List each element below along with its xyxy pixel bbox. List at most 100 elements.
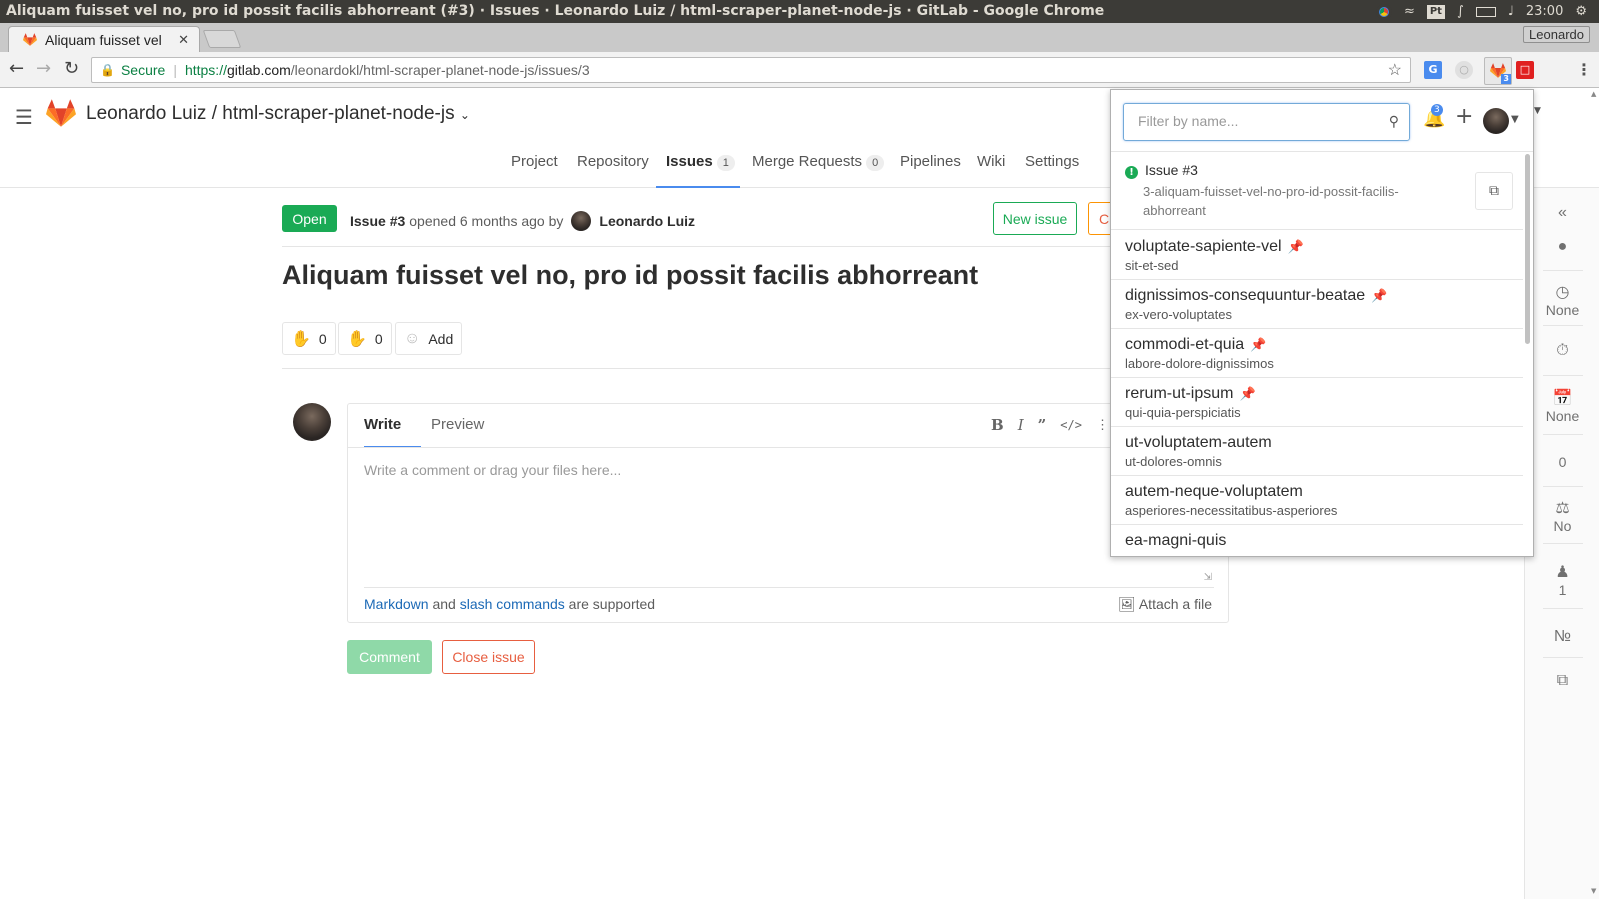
- pin-icon[interactable]: 📌: [1288, 239, 1304, 254]
- time-tracking-icon[interactable]: ⏱: [1525, 342, 1599, 360]
- project-list-item[interactable]: ut-voluptatem-autem ut-dolores-omnis: [1111, 426, 1523, 476]
- copy-reference-icon[interactable]: ⧉: [1525, 672, 1599, 690]
- nav-wiki[interactable]: Wiki: [977, 153, 1005, 170]
- tab-close-icon[interactable]: ✕: [178, 32, 189, 48]
- bookmark-star-icon[interactable]: ☆: [1388, 60, 1402, 80]
- extension-inactive-icon[interactable]: ○: [1455, 61, 1473, 79]
- milestone-section[interactable]: ◷ None: [1525, 282, 1599, 318]
- gitlab-extension-button[interactable]: 3: [1484, 57, 1512, 85]
- project-list-item[interactable]: dignissimos-consequuntur-beatae 📌 ex-vero-…: [1111, 279, 1523, 329]
- collapse-sidebar-icon[interactable]: «: [1525, 204, 1599, 222]
- plus-icon[interactable]: +: [1455, 104, 1473, 129]
- slash-commands-link[interactable]: slash commands: [460, 596, 565, 612]
- bluetooth-icon[interactable]: ∫: [1457, 0, 1464, 23]
- scroll-down-arrow-icon[interactable]: ▼: [1591, 887, 1596, 895]
- volume-icon[interactable]: ♩: [1508, 0, 1514, 23]
- thumbs-up-icon: ✋: [291, 330, 311, 348]
- popup-scrollbar[interactable]: [1525, 154, 1530, 344]
- attach-file-button[interactable]: 🖼 Attach a file: [1118, 596, 1212, 613]
- code-icon[interactable]: </>: [1060, 418, 1082, 432]
- project-list-item[interactable]: commodi-et-quia 📌 labore-dolore-dignissimo…: [1111, 328, 1523, 378]
- nav-pipelines[interactable]: Pipelines: [900, 153, 961, 170]
- battery-icon[interactable]: [1475, 6, 1496, 17]
- forward-arrow-icon[interactable]: →: [36, 58, 51, 80]
- lock-icon: 🔒: [100, 63, 115, 77]
- power-gear-icon[interactable]: ⚙: [1575, 0, 1587, 23]
- quote-icon[interactable]: ”: [1038, 416, 1047, 434]
- tab-write[interactable]: Write: [364, 416, 401, 433]
- issues-count-badge: 1: [716, 155, 735, 171]
- address-bar[interactable]: 🔒 Secure | https://gitlab.com/leonardokl…: [91, 57, 1411, 83]
- clipboard-icon: ⧉: [1489, 183, 1499, 199]
- file-image-icon: 🖼: [1117, 596, 1136, 612]
- issue-right-sidebar: « ● ◷ None ⏱ 📅 None 0 ⚖ No ♟ 1 № ⧉: [1524, 188, 1599, 899]
- author-avatar[interactable]: [571, 211, 592, 231]
- close-issue-button[interactable]: Close issue: [442, 640, 535, 674]
- window-title: Aliquam fuisset vel no, pro id possit fa…: [6, 3, 1105, 19]
- new-tab-button[interactable]: [202, 30, 242, 48]
- project-name: ut-voluptatem-autem: [1125, 434, 1272, 451]
- thumbs-down-award[interactable]: ✋ 0: [338, 322, 392, 355]
- list-icon[interactable]: ⋮: [1096, 418, 1109, 433]
- author-name[interactable]: Leonardo Luiz: [599, 213, 695, 229]
- participants-section[interactable]: ♟ 1: [1525, 562, 1599, 598]
- project-list-item[interactable]: autem-neque-voluptatem asperiores-necessi…: [1111, 475, 1523, 525]
- url-host: gitlab.com: [226, 62, 291, 78]
- project-name: dignissimos-consequuntur-beatae: [1125, 287, 1366, 304]
- popup-user-avatar[interactable]: [1483, 108, 1509, 134]
- profile-button[interactable]: Leonardo: [1523, 26, 1590, 43]
- markdown-link[interactable]: Markdown: [364, 596, 429, 612]
- italic-icon[interactable]: I: [1018, 416, 1024, 434]
- project-list-item[interactable]: voluptate-sapiente-vel 📌 sit-et-sed: [1111, 230, 1523, 280]
- input-method-indicator[interactable]: Pt: [1426, 4, 1445, 19]
- due-date-section[interactable]: 📅 None: [1525, 388, 1599, 424]
- lock-section[interactable]: ⚖ No: [1525, 498, 1599, 534]
- hamburger-menu-icon[interactable]: ☰: [15, 105, 33, 129]
- caret-down-icon[interactable]: ▼: [1534, 106, 1541, 116]
- pin-icon[interactable]: 📌: [1371, 288, 1387, 303]
- new-issue-button[interactable]: New issue: [993, 202, 1077, 235]
- comment-textarea[interactable]: Write a comment or drag your files here.…: [364, 462, 1204, 582]
- current-user-avatar[interactable]: [293, 403, 331, 441]
- nav-settings[interactable]: Settings: [1025, 153, 1079, 170]
- reload-icon[interactable]: ↻: [64, 58, 79, 80]
- page-scrollbar[interactable]: ▲ ▼: [1590, 88, 1599, 899]
- pdf-extension-icon[interactable]: □: [1516, 61, 1534, 79]
- wifi-icon[interactable]: ≈: [1404, 0, 1415, 23]
- chevron-down-icon[interactable]: ⌄: [460, 108, 470, 122]
- tab-preview[interactable]: Preview: [431, 416, 484, 433]
- gitlab-logo-icon[interactable]: [46, 99, 76, 127]
- project-title[interactable]: Leonardo Luiz / html-scraper-planet-node…: [86, 103, 470, 125]
- back-arrow-icon[interactable]: ←: [9, 58, 24, 80]
- nav-issues[interactable]: Issues 1: [666, 153, 735, 171]
- resize-handle-icon[interactable]: ⇲: [1204, 572, 1212, 583]
- nav-repository[interactable]: Repository: [577, 153, 649, 170]
- project-list-item[interactable]: rerum-ut-ipsum 📌 qui-quia-perspiciatis: [1111, 377, 1523, 427]
- browser-tab-active[interactable]: Aliquam fuisset vel ✕: [8, 26, 200, 52]
- caret-down-icon[interactable]: ▼: [1511, 114, 1519, 125]
- labels-count[interactable]: 0: [1525, 454, 1599, 470]
- comment-button[interactable]: Comment: [347, 640, 432, 674]
- comment-editor: Write Preview B I ” </> ⋮ Write a commen…: [347, 403, 1229, 623]
- assignee-icon[interactable]: ●: [1525, 238, 1599, 256]
- copy-branch-button[interactable]: ⧉: [1475, 172, 1513, 210]
- rss-icon[interactable]: №: [1525, 628, 1599, 646]
- project-namespace: qui-quia-perspiciatis: [1125, 405, 1241, 420]
- current-issue-card[interactable]: ! Issue #3 3-aliquam-fuisset-vel-no-pro-…: [1111, 152, 1523, 230]
- project-list-item[interactable]: ea-magni-quis: [1111, 524, 1523, 556]
- clock[interactable]: 23:00: [1526, 0, 1563, 23]
- nav-merge-requests[interactable]: Merge Requests 0: [752, 153, 885, 171]
- add-award-button[interactable]: ☺ Add: [395, 322, 463, 355]
- pin-icon[interactable]: 📌: [1239, 386, 1255, 401]
- translate-extension-icon[interactable]: G: [1424, 61, 1442, 79]
- filter-input[interactable]: Filter by name... ⚲: [1123, 103, 1410, 141]
- scroll-up-arrow-icon[interactable]: ▲: [1591, 90, 1596, 98]
- chrome-icon[interactable]: [1375, 3, 1392, 20]
- nav-project[interactable]: Project: [511, 153, 558, 170]
- markdown-toolbar: B I ” </> ⋮: [991, 416, 1109, 434]
- bold-icon[interactable]: B: [991, 416, 1004, 434]
- pin-icon[interactable]: 📌: [1250, 337, 1266, 352]
- chrome-menu-icon[interactable]: ⋮: [1575, 61, 1593, 79]
- notifications-button[interactable]: 🔔 3: [1423, 104, 1445, 129]
- thumbs-up-award[interactable]: ✋ 0: [282, 322, 336, 355]
